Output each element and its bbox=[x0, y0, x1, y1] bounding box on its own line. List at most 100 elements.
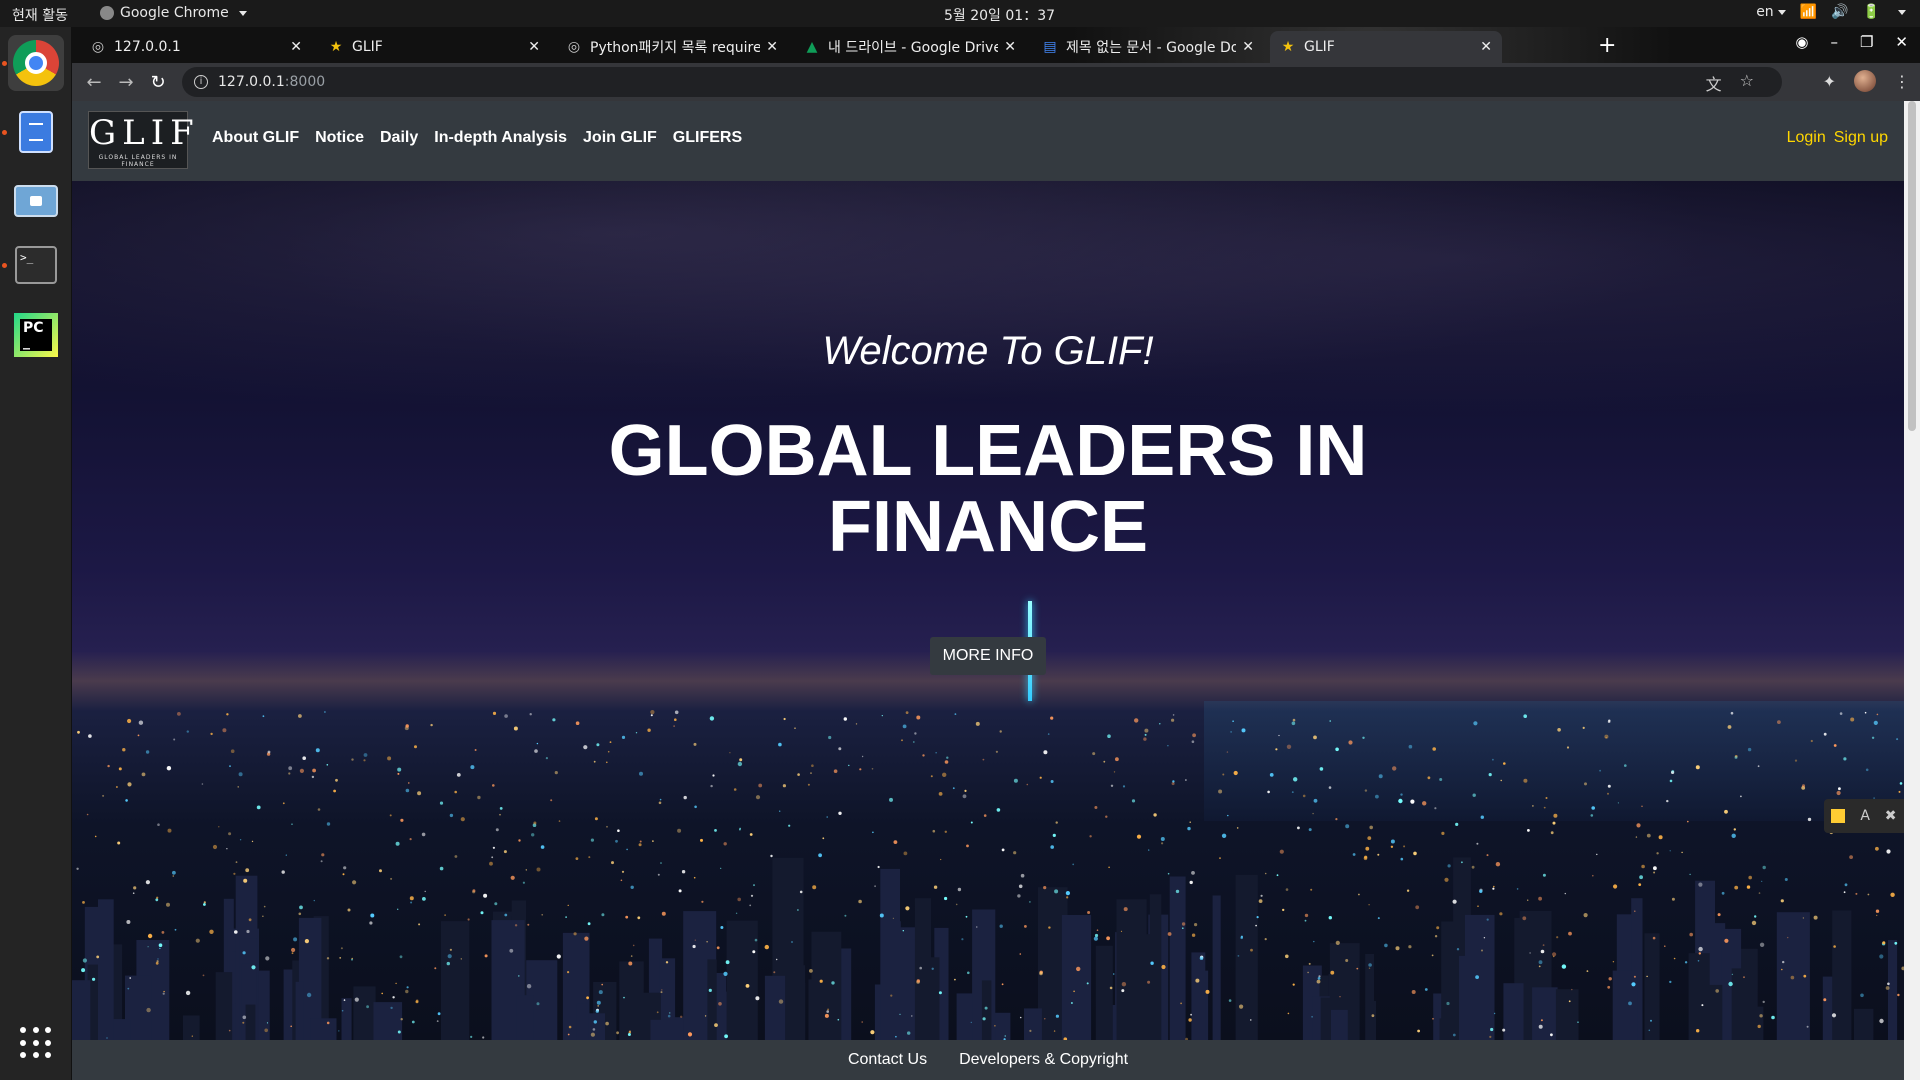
developers-copyright-link[interactable]: Developers & Copyright bbox=[959, 1051, 1128, 1069]
forward-icon[interactable]: → bbox=[110, 72, 142, 93]
city-lights-image bbox=[72, 710, 1904, 1040]
nav-about[interactable]: About GLIF bbox=[212, 129, 299, 147]
web-page: GLIF GLOBAL LEADERS IN FINANCE About GLI… bbox=[72, 101, 1904, 1080]
tab-strip: ◎ 127.0.0.1 ✕ ★ GLIF ✕ ◎ Python패키지 목록 re… bbox=[72, 27, 1920, 63]
app-menu[interactable]: Google Chrome bbox=[100, 5, 247, 21]
close-icon[interactable]: ✕ bbox=[290, 39, 302, 55]
nav-daily[interactable]: Daily bbox=[380, 129, 418, 147]
extensions-icon[interactable]: ✦ bbox=[1823, 72, 1836, 91]
chevron-down-icon bbox=[238, 10, 247, 16]
minimize-icon[interactable]: – bbox=[1830, 33, 1838, 51]
site-navbar: GLIF GLOBAL LEADERS IN FINANCE About GLI… bbox=[72, 101, 1904, 181]
running-indicator bbox=[2, 130, 7, 135]
profile-avatar[interactable] bbox=[1854, 70, 1876, 92]
files-icon bbox=[19, 111, 53, 153]
wifi-icon[interactable]: 📶 bbox=[1800, 4, 1817, 20]
chevron-down-icon[interactable] bbox=[1898, 9, 1906, 15]
chrome-small-icon bbox=[100, 6, 114, 20]
logo-text: GLIF bbox=[89, 113, 200, 153]
login-link[interactable]: Login bbox=[1787, 129, 1826, 147]
tab-docs[interactable]: ▤ 제목 없는 문서 - Google Do ✕ bbox=[1032, 31, 1264, 63]
drive-icon: ▲ bbox=[806, 39, 818, 55]
system-top-bar: 현재 활동 Google Chrome 5월 20일 01：37 en 📶 🔊 … bbox=[0, 0, 1920, 27]
close-icon[interactable]: ✕ bbox=[1004, 39, 1016, 55]
running-indicator bbox=[2, 263, 7, 268]
nav-in-depth-analysis[interactable]: In-depth Analysis bbox=[434, 129, 567, 147]
chevron-down-icon bbox=[1777, 9, 1786, 15]
headline-line-1: GLOBAL LEADERS IN bbox=[608, 411, 1368, 491]
chrome-icon bbox=[13, 40, 59, 86]
volume-icon[interactable]: 🔊 bbox=[1831, 4, 1848, 20]
tab-title: Python패키지 목록 require bbox=[590, 40, 761, 56]
logo-subtext: GLOBAL LEADERS IN FINANCE bbox=[98, 154, 178, 168]
signup-link[interactable]: Sign up bbox=[1834, 129, 1888, 147]
tab-drive[interactable]: ▲ 내 드라이브 - Google Drive ✕ bbox=[794, 31, 1026, 63]
globe-icon: ◎ bbox=[567, 39, 581, 55]
new-tab-button[interactable]: + bbox=[1598, 33, 1616, 58]
tab-127[interactable]: ◎ 127.0.0.1 ✕ bbox=[80, 31, 312, 63]
auth-links: Login Sign up bbox=[1787, 129, 1888, 147]
star-icon: ★ bbox=[329, 39, 343, 55]
welcome-text: Welcome To GLIF! bbox=[822, 329, 1154, 373]
screenshot-icon bbox=[14, 185, 58, 217]
browser-toolbar: ← → ↻ i 127.0.0.1:8000 文 ☆ ✦ ⋮ bbox=[72, 63, 1920, 101]
scrollbar-thumb[interactable] bbox=[1908, 101, 1916, 431]
close-icon[interactable]: ✕ bbox=[528, 39, 540, 55]
glif-logo[interactable]: GLIF GLOBAL LEADERS IN FINANCE bbox=[88, 111, 200, 169]
url-host: 127.0.0.1 bbox=[218, 74, 285, 90]
dock-pycharm[interactable]: PC _ bbox=[8, 307, 64, 363]
globe-icon: ◎ bbox=[91, 39, 105, 55]
main-nav: About GLIF Notice Daily In-depth Analysi… bbox=[212, 129, 742, 147]
translate-icon[interactable]: 文 bbox=[1706, 71, 1722, 95]
bookmark-star-icon[interactable]: ☆ bbox=[1740, 71, 1754, 95]
show-applications-icon[interactable] bbox=[20, 1027, 52, 1059]
reload-icon[interactable]: ↻ bbox=[142, 72, 174, 93]
floating-toolbar: A ✖ bbox=[1824, 799, 1904, 833]
info-icon[interactable]: i bbox=[194, 75, 208, 89]
contact-us-link[interactable]: Contact Us bbox=[848, 1051, 927, 1069]
star-icon: ★ bbox=[1281, 39, 1295, 55]
tab-title: 제목 없는 문서 - Google Do bbox=[1066, 40, 1237, 56]
close-window-icon[interactable]: ✕ bbox=[1895, 33, 1908, 51]
tools-icon[interactable]: ✖ bbox=[1885, 808, 1897, 824]
app-menu-label: Google Chrome bbox=[120, 5, 229, 21]
dock-terminal[interactable]: >_ bbox=[8, 237, 64, 293]
system-tray[interactable]: en 📶 🔊 🔋 bbox=[1756, 4, 1906, 20]
tab-python[interactable]: ◎ Python패키지 목록 require ✕ bbox=[556, 31, 788, 63]
close-icon[interactable]: ✕ bbox=[766, 39, 778, 55]
dock-files[interactable] bbox=[8, 104, 64, 160]
address-bar[interactable]: i 127.0.0.1:8000 文 ☆ bbox=[182, 67, 1782, 97]
dock-chrome[interactable] bbox=[8, 35, 64, 91]
hero-section: Welcome To GLIF! GLOBAL LEADERS IN FINAN… bbox=[72, 181, 1904, 1040]
battery-icon[interactable]: 🔋 bbox=[1863, 4, 1880, 20]
note-icon[interactable] bbox=[1831, 809, 1846, 823]
more-info-button[interactable]: MORE INFO bbox=[930, 637, 1046, 675]
page-scrollbar[interactable] bbox=[1904, 101, 1920, 1080]
font-icon[interactable]: A bbox=[1860, 808, 1870, 824]
activities-button[interactable]: 현재 활동 bbox=[12, 5, 68, 25]
nav-join[interactable]: Join GLIF bbox=[583, 129, 657, 147]
tab-glif[interactable]: ★ GLIF ✕ bbox=[318, 31, 550, 63]
site-footer: Contact Us Developers & Copyright bbox=[72, 1040, 1904, 1080]
tab-glif-active[interactable]: ★ GLIF ✕ bbox=[1270, 31, 1502, 63]
terminal-icon: >_ bbox=[15, 246, 57, 284]
back-icon[interactable]: ← bbox=[78, 72, 110, 93]
restore-icon[interactable]: ❐ bbox=[1860, 33, 1873, 51]
tab-title: 127.0.0.1 bbox=[114, 39, 181, 55]
nav-glifers[interactable]: GLIFERS bbox=[673, 129, 742, 147]
close-icon[interactable]: ✕ bbox=[1242, 39, 1254, 55]
nav-notice[interactable]: Notice bbox=[315, 129, 364, 147]
window-controls: ◉ – ❐ ✕ bbox=[1795, 33, 1920, 51]
tab-search-icon[interactable]: ◉ bbox=[1795, 33, 1808, 51]
more-menu-icon[interactable]: ⋮ bbox=[1894, 72, 1910, 91]
headline-line-2: FINANCE bbox=[828, 487, 1148, 567]
dock-screenshot[interactable] bbox=[8, 173, 64, 229]
close-icon[interactable]: ✕ bbox=[1480, 39, 1492, 55]
hero-clouds bbox=[72, 181, 1904, 441]
clock[interactable]: 5월 20일 01：37 bbox=[944, 5, 1055, 25]
url-port: :8000 bbox=[284, 74, 326, 90]
language-indicator[interactable]: en bbox=[1756, 4, 1786, 20]
pycharm-icon: PC _ bbox=[14, 313, 58, 357]
running-indicator bbox=[2, 61, 7, 66]
tab-title: GLIF bbox=[1304, 39, 1335, 55]
